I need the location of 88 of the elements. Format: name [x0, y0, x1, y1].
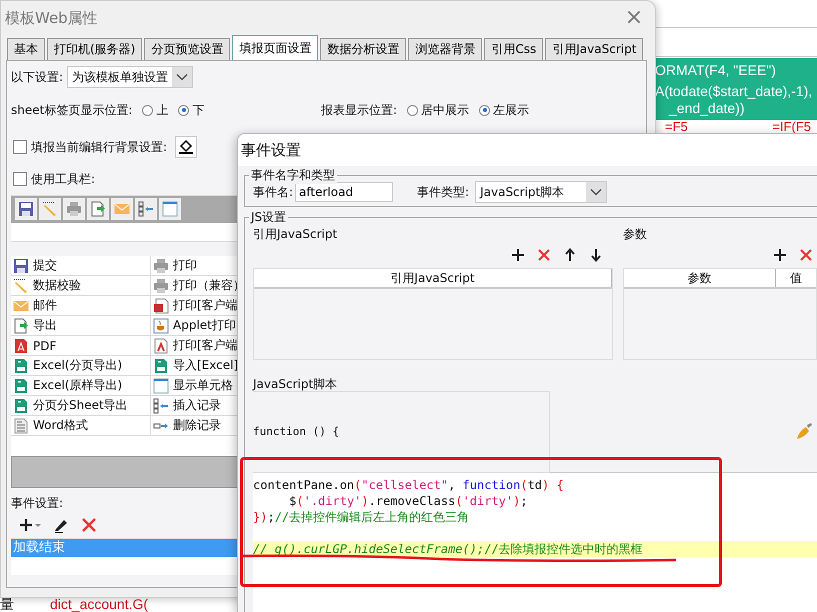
tab[interactable]: 分页预览设置	[144, 38, 230, 60]
group-title: JS设置	[249, 209, 288, 226]
window-icon	[153, 378, 169, 394]
radio-label: 居中展示	[421, 102, 470, 118]
floppy-icon[interactable]	[18, 201, 34, 217]
color-picker-button[interactable]	[175, 136, 198, 158]
tab[interactable]: 填报页面设置	[232, 35, 318, 60]
toolbar-option[interactable]: PDF	[11, 336, 151, 356]
cell-text: =F5	[664, 120, 688, 136]
name-input[interactable]: afterload	[295, 182, 394, 202]
window-title: 事件设置	[238, 134, 817, 166]
toolbar-option[interactable]: 导出	[11, 316, 151, 336]
broom-icon[interactable]	[795, 423, 813, 441]
chevron-icon	[586, 182, 606, 202]
field-label: sheet标签页显示位置:	[11, 102, 132, 118]
paint-bucket-icon	[178, 139, 194, 155]
field-label: 以下设置:	[11, 68, 64, 86]
field-label: 事件类型:	[417, 184, 470, 200]
code-editor[interactable]: contentPane.on("cellselect", function(td) { $('.dirty').removeClass('dirty'); });//去掉控件编辑后左上角的红色三角 //_g().curLGP.hideSelectFrame();//去除填报控件选中时的黑框	[253, 472, 817, 612]
cell-text: =IF(F5	[771, 120, 811, 136]
code-line: contentPane.on("cellselect", function(td) {	[253, 477, 565, 493]
code-line: });//去掉控件编辑后左上角的红色三角	[253, 509, 470, 525]
add-icon[interactable]	[511, 248, 525, 262]
radio-label: 下	[192, 102, 204, 118]
window-title: 模板Web属性	[5, 8, 98, 28]
toolbar-option[interactable]: 邮件	[11, 296, 151, 316]
printer-icon	[153, 258, 169, 274]
window-icon[interactable]	[162, 201, 178, 217]
cell-text: dict_account.G(	[50, 596, 148, 612]
toolbar-option[interactable]: 分页分Sheet导出	[11, 396, 151, 416]
radio-label: 上	[156, 102, 168, 118]
tab[interactable]: 引用Css	[484, 38, 544, 60]
tab[interactable]: 数据分析设置	[320, 38, 406, 60]
cell-text: ORMAT(F4, "EEE")	[655, 61, 777, 79]
delete-icon[interactable]	[81, 517, 97, 533]
delete-icon[interactable]	[799, 248, 813, 262]
spreadsheet-icon	[153, 358, 169, 374]
radio-button[interactable]	[142, 104, 154, 116]
checkbox-label: 使用工具栏:	[31, 170, 96, 188]
type-dropdown[interactable]: JavaScript脚本	[475, 181, 608, 203]
tab[interactable]: 引用JavaScript	[545, 38, 644, 60]
arrow-down-icon[interactable]	[589, 248, 603, 262]
toolbar-option[interactable]: 数据校验	[11, 276, 151, 296]
column-header: 引用JavaScript	[254, 269, 612, 287]
radio-button[interactable]	[178, 104, 190, 116]
group-title: 事件名字和类型	[249, 167, 337, 184]
pencil-icon[interactable]	[42, 201, 58, 217]
add-menu-icon[interactable]	[19, 517, 41, 533]
pencil-icon	[13, 278, 29, 294]
insert-row-icon	[153, 398, 169, 414]
document-badge-icon	[153, 298, 169, 314]
cell-text: 量	[0, 596, 14, 612]
section-label: 事件设置:	[11, 495, 64, 512]
checkbox[interactable]	[13, 172, 27, 186]
settings-dropdown[interactable]: 为该模板单独设置	[67, 66, 194, 88]
export-icon[interactable]	[90, 201, 106, 217]
arrow-up-icon[interactable]	[563, 248, 577, 262]
toolbar-option[interactable]: Excel(分页导出)	[11, 356, 151, 376]
coffee-cup-icon	[153, 318, 169, 334]
cell-text: _end_date))	[668, 100, 746, 117]
column-header: 值	[789, 270, 803, 287]
section-label: JavaScript脚本	[253, 376, 338, 392]
radio-button[interactable]	[407, 104, 418, 116]
tab[interactable]: 打印机(服务器)	[47, 38, 142, 60]
printer-icon	[153, 278, 169, 294]
field-label: 事件名:	[253, 184, 294, 200]
checkbox[interactable]	[13, 140, 27, 154]
column-header: 参数	[624, 269, 776, 287]
delete-icon[interactable]	[537, 248, 551, 262]
radio-button[interactable]	[479, 104, 490, 116]
edit-icon[interactable]	[53, 517, 69, 533]
tab[interactable]: 基本	[7, 38, 45, 60]
tab[interactable]: 浏览器背景	[408, 38, 482, 60]
toolbar-option[interactable]: Excel(原样导出)	[11, 376, 151, 396]
chevron-icon	[172, 67, 192, 87]
cell-text: A(todate($start_date),-1),	[655, 82, 814, 100]
section-label: 引用JavaScript	[253, 226, 338, 242]
add-icon[interactable]	[773, 248, 787, 262]
close-button[interactable]: ×	[623, 7, 645, 29]
radio-label: 左展示	[493, 102, 530, 118]
checkbox-label: 填报当前编辑行背景设置:	[31, 138, 168, 156]
document-icon	[13, 418, 29, 434]
pdf-page-icon	[153, 338, 169, 354]
section-label: 参数	[623, 226, 648, 242]
toolbar-option[interactable]: 提交	[11, 256, 151, 276]
insert-row-icon[interactable]	[138, 201, 154, 217]
field-label: 报表显示位置:	[321, 102, 398, 118]
code-line: $('.dirty').removeClass('dirty');	[288, 493, 529, 509]
